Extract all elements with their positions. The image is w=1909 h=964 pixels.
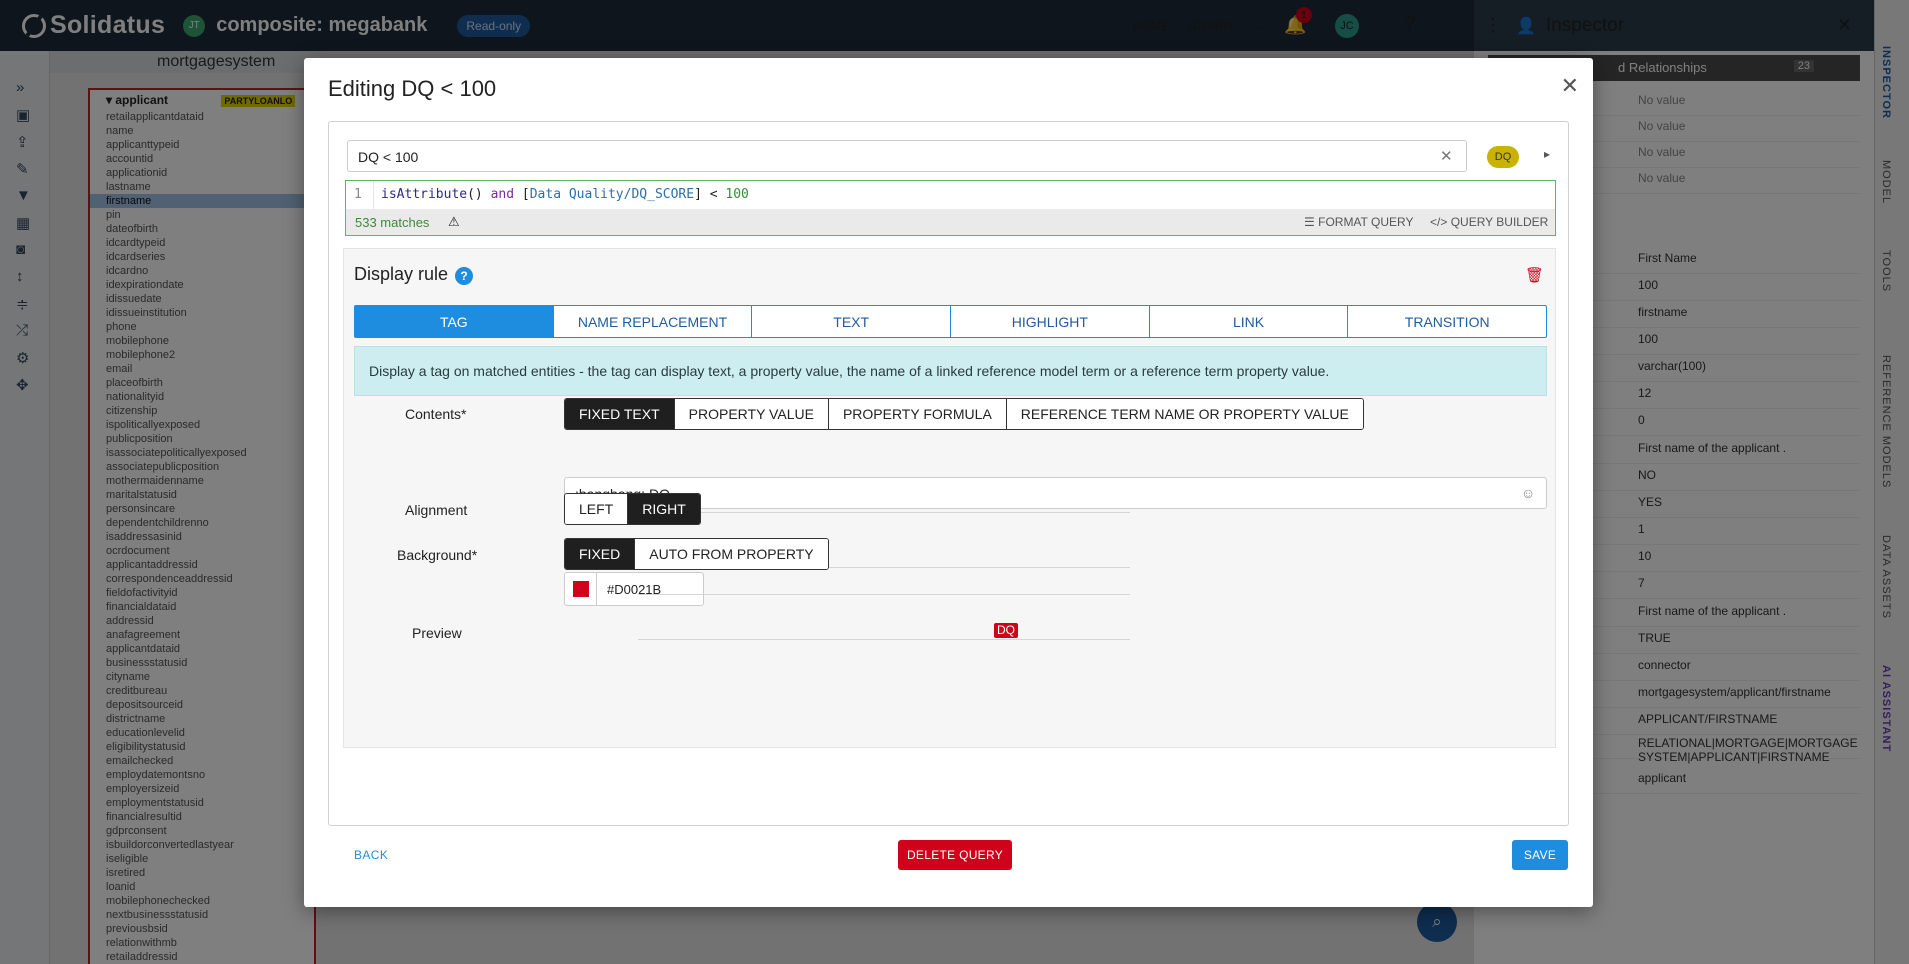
expand-arrow-icon[interactable]: ▸ (1544, 147, 1550, 161)
warning-icon[interactable]: ⚠ (448, 214, 460, 230)
edit-query-dialog: Editing DQ < 100 ✕ DQ < 100 ✕ DQ ▸ 1 isA… (304, 58, 1593, 907)
contents-selector: FIXED TEXT PROPERTY VALUE PROPERTY FORMULA… (564, 398, 1364, 430)
contents-label: Contents* (405, 406, 467, 422)
gutter-divider (373, 181, 374, 209)
divider (638, 512, 1130, 513)
display-rule-panel: Display rule ? 🗑 TAG NAME REPLACEMENT TEXT… (343, 248, 1556, 748)
line-number: 1 (354, 187, 362, 202)
trash-icon[interactable]: 🗑 (1525, 266, 1544, 284)
code-parens: () (467, 187, 483, 202)
alignment-option-right[interactable]: RIGHT (628, 494, 700, 524)
save-button[interactable]: SAVE (1512, 840, 1568, 870)
format-query-label: FORMAT QUERY (1318, 215, 1414, 229)
clear-query-icon[interactable]: ✕ (1440, 147, 1453, 165)
query-name-input[interactable]: DQ < 100 (347, 140, 1467, 172)
divider (638, 639, 1130, 640)
contents-option-fixed-text[interactable]: FIXED TEXT (565, 399, 675, 429)
query-status-bar: 533 matches ⚠ ☰ FORMAT QUERY </> QUERY B… (346, 209, 1555, 235)
alignment-label: Alignment (405, 502, 468, 518)
contents-option-reference-term-name-or-property-value[interactable]: REFERENCE TERM NAME OR PROPERTY VALUE (1006, 399, 1363, 429)
tab-transition[interactable]: TRANSITION (1348, 306, 1546, 337)
dialog-title: Editing DQ < 100 (328, 76, 497, 101)
background-selector: FIXED AUTO FROM PROPERTY (564, 538, 829, 570)
preview-label: Preview (412, 625, 462, 641)
contents-option-property-value[interactable]: PROPERTY VALUE (674, 399, 829, 429)
fixed-text-input[interactable]: :bangbang: DQ (564, 477, 1547, 509)
dq-chip[interactable]: DQ (1487, 146, 1519, 168)
alignment-option-left[interactable]: LEFT (565, 494, 629, 524)
query-code[interactable]: isAttribute() and [Data Quality/DQ_SCORE… (381, 187, 749, 202)
tab-link[interactable]: LINK (1150, 306, 1349, 337)
color-swatch[interactable] (573, 581, 589, 597)
format-query-button[interactable]: ☰ FORMAT QUERY (1304, 215, 1413, 229)
help-circle-icon[interactable]: ? (455, 267, 473, 285)
display-rule-tabs: TAG NAME REPLACEMENT TEXT HIGHLIGHT LINK TRAN… (354, 305, 1547, 338)
preview-tag: DQ (994, 623, 1018, 638)
background-label: Background* (397, 547, 478, 563)
query-builder-label: QUERY BUILDER (1450, 215, 1549, 229)
code-operator: < (709, 187, 718, 202)
tab-tag[interactable]: TAG (355, 306, 554, 337)
code-icon: </> (1430, 215, 1448, 229)
close-dialog-icon[interactable]: ✕ (1561, 73, 1579, 99)
info-message: Display a tag on matched entities - the … (354, 346, 1547, 396)
query-editor-panel: DQ < 100 ✕ DQ ▸ 1 isAttribute() and [Dat… (328, 121, 1569, 826)
emoji-picker-icon[interactable]: ☺ (1521, 485, 1535, 501)
preview-tag-text: DQ (997, 623, 1015, 637)
tab-text[interactable]: TEXT (752, 306, 952, 337)
swatch-divider (596, 573, 597, 605)
code-keyword: and (490, 187, 515, 202)
tab-highlight[interactable]: HIGHLIGHT (951, 306, 1150, 337)
background-color-picker[interactable]: #D0021B (564, 572, 704, 606)
background-option-auto-from-property[interactable]: AUTO FROM PROPERTY (635, 539, 828, 569)
alignment-selector: LEFT RIGHT (564, 493, 701, 525)
code-line[interactable]: 1 isAttribute() and [Data Quality/DQ_SCO… (346, 181, 1555, 209)
display-rule-title: Display rule (354, 264, 449, 284)
back-button[interactable]: BACK (354, 848, 388, 862)
delete-query-button[interactable]: DELETE QUERY (898, 840, 1012, 870)
tab-name-replacement[interactable]: NAME REPLACEMENT (554, 306, 753, 337)
list-icon: ☰ (1304, 215, 1315, 229)
query-builder-button[interactable]: </> QUERY BUILDER (1430, 215, 1548, 229)
background-option-fixed[interactable]: FIXED (565, 539, 636, 569)
query-code-editor[interactable]: 1 isAttribute() and [Data Quality/DQ_SCO… (345, 180, 1556, 236)
divider (638, 594, 1130, 595)
code-function: isAttribute (381, 187, 468, 202)
match-count: 533 matches (355, 215, 430, 230)
code-attribute: Data Quality/DQ_SCORE (529, 187, 695, 202)
code-number: 100 (725, 187, 749, 202)
contents-option-property-formula[interactable]: PROPERTY FORMULA (828, 399, 1007, 429)
